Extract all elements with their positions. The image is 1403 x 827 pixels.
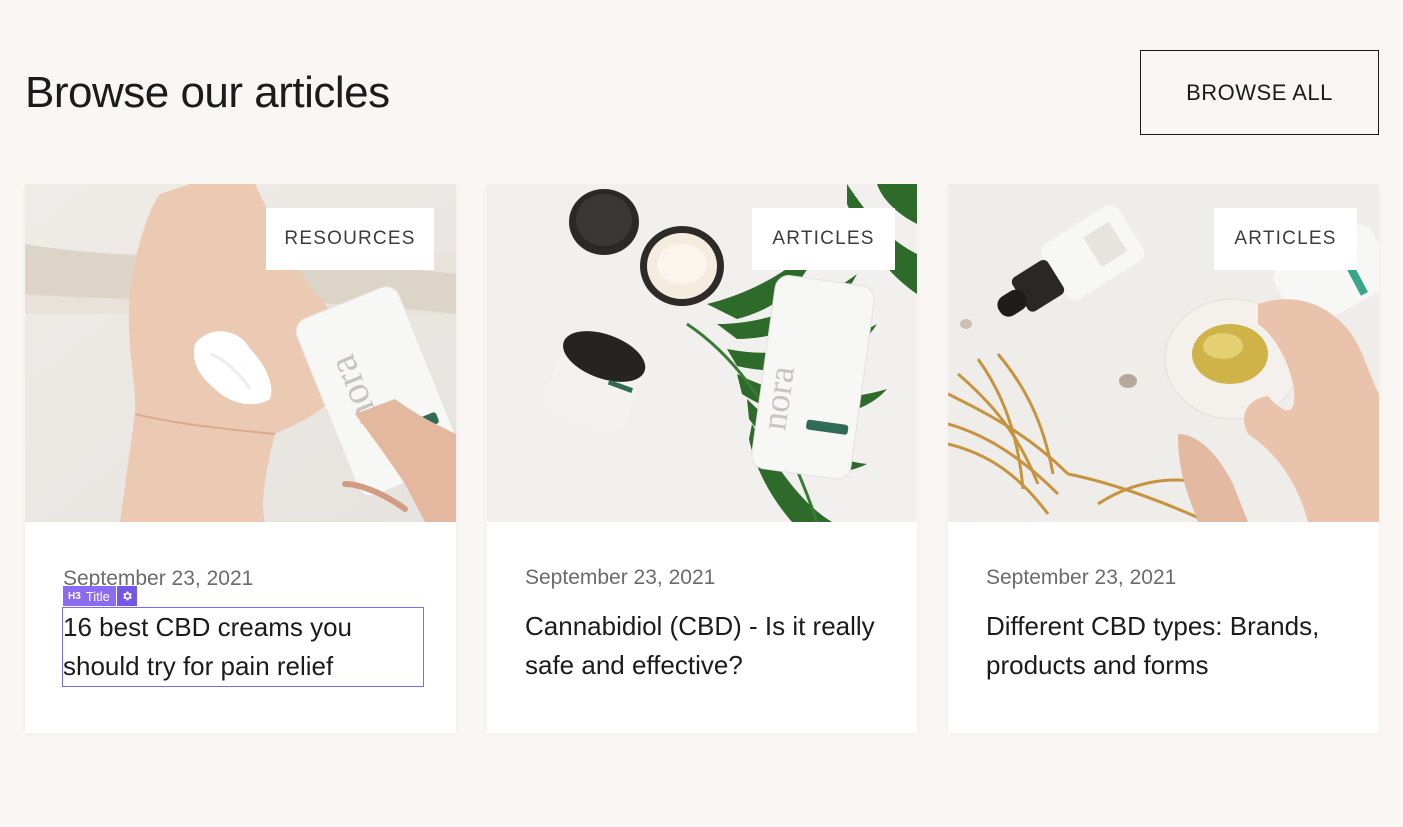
article-card[interactable]: nora RESOURCES September 23, 2021 H3 Tit… xyxy=(25,184,456,733)
article-card[interactable]: nora ARTICLES September 23, 2021 Cannabi… xyxy=(487,184,917,733)
editor-tag-label[interactable]: H3 Title xyxy=(63,586,116,606)
category-badge[interactable]: RESOURCES xyxy=(266,208,434,270)
article-card[interactable]: ARTICLES September 23, 2021 Different CB… xyxy=(948,184,1379,733)
gear-icon[interactable] xyxy=(116,586,137,606)
category-badge[interactable]: ARTICLES xyxy=(1214,208,1357,270)
category-badge[interactable]: ARTICLES xyxy=(752,208,895,270)
editor-element-tag[interactable]: H3 Title xyxy=(63,586,137,606)
section-title: Browse our articles xyxy=(25,68,390,117)
article-title[interactable]: 16 best CBD creams you should try for pa… xyxy=(62,607,424,687)
element-name: Title xyxy=(85,588,110,604)
article-date: September 23, 2021 xyxy=(525,566,716,589)
browse-all-button[interactable]: BROWSE ALL xyxy=(1140,50,1379,135)
article-title[interactable]: Different CBD types: Brands, products an… xyxy=(986,607,1356,685)
article-date: September 23, 2021 xyxy=(986,566,1177,589)
article-title[interactable]: Cannabidiol (CBD) - Is it really safe an… xyxy=(525,607,885,685)
heading-level: H3 xyxy=(68,590,81,602)
